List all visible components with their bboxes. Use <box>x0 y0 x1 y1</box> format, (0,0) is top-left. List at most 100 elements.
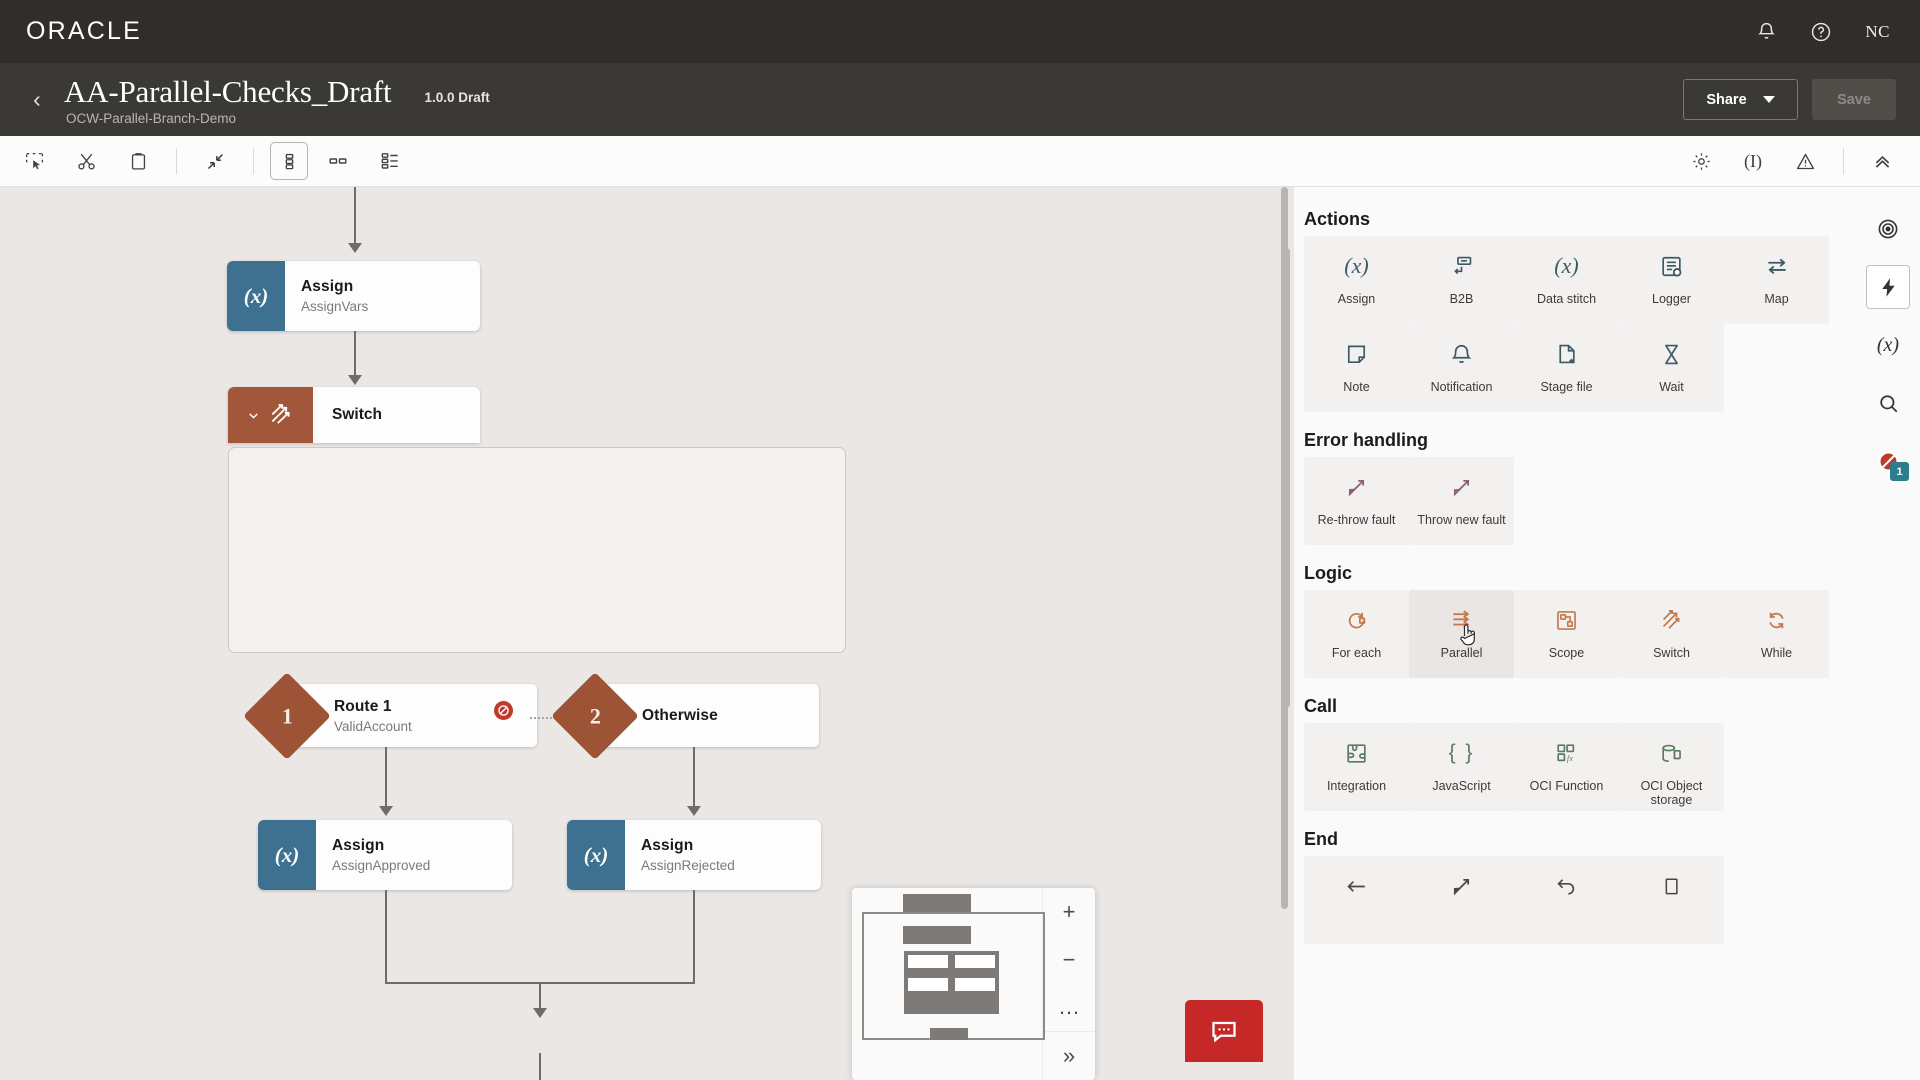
assign-approved-title: Assign <box>332 837 385 854</box>
variables-icon[interactable]: (I) <box>1731 142 1775 180</box>
share-button-label: Share <box>1706 91 1747 108</box>
palette-item-label: B2B <box>1449 292 1474 306</box>
palette-item-throw-new-fault[interactable]: Throw new fault <box>1409 457 1514 545</box>
search-icon[interactable] <box>1866 381 1910 425</box>
switch-container <box>228 447 846 653</box>
palette-item-stop[interactable] <box>1619 856 1724 944</box>
zoom-out-button[interactable]: − <box>1043 936 1095 984</box>
minimap-cell <box>955 978 995 991</box>
collapse-all-icon[interactable] <box>193 142 237 180</box>
toolbar-divider <box>176 148 177 174</box>
minimap-cell <box>908 978 948 991</box>
palette-content: Actions (x) Assign B2B (x) Data stitch L… <box>1294 187 1856 944</box>
data-stitch-icon: (x) <box>1554 253 1579 278</box>
assign-rejected-body: Assign AssignRejected <box>625 820 821 890</box>
palette-item-while[interactable]: While <box>1724 590 1829 678</box>
flow-canvas[interactable]: (x) Assign AssignVars Switch 1 Route 1 V… <box>0 187 1294 1080</box>
palette-item-rethrow[interactable] <box>1409 856 1514 944</box>
minimap-canvas[interactable] <box>852 888 1045 1080</box>
palette-item-wait[interactable]: Wait <box>1619 324 1724 412</box>
node-otherwise[interactable]: 2 Otherwise <box>551 672 819 760</box>
mouse-cursor-icon <box>1459 624 1475 646</box>
actions-palette: Actions (x) Assign B2B (x) Data stitch L… <box>1294 187 1856 1080</box>
node-assign-approved[interactable]: (x) Assign AssignApproved <box>258 820 512 890</box>
node-assign-rejected[interactable]: (x) Assign AssignRejected <box>567 820 821 890</box>
canvas-toolbar: (I) <box>0 136 1920 187</box>
share-button[interactable]: Share <box>1683 79 1798 120</box>
palette-item-switch[interactable]: Switch <box>1619 590 1724 678</box>
avatar[interactable]: NC <box>1865 22 1890 42</box>
zoom-in-button[interactable]: + <box>1043 888 1095 936</box>
palette-item-notification[interactable]: Notification <box>1409 324 1514 412</box>
expand-minimap-button[interactable]: » <box>1043 1031 1095 1080</box>
palette-item-return[interactable] <box>1304 856 1409 944</box>
errors-icon[interactable]: 1 <box>1866 439 1910 483</box>
blocked-status-badge[interactable] <box>494 701 513 720</box>
stage-file-icon <box>1554 336 1579 372</box>
palette-item-logger[interactable]: Logger <box>1619 236 1724 324</box>
notifications-icon[interactable] <box>1756 21 1777 42</box>
chevron-down-icon <box>249 412 258 419</box>
palette-section-error-handling: Error handling Re-throw fault Throw new … <box>1304 430 1824 545</box>
oracle-global-header: ORACLE NC <box>0 0 1920 63</box>
minimap[interactable]: + − … » <box>852 888 1095 1080</box>
horizontal-layout-icon[interactable] <box>316 142 360 180</box>
palette-item-parallel[interactable]: Parallel <box>1409 590 1514 678</box>
more-options-button[interactable]: … <box>1043 984 1095 1032</box>
palette-item-oci-function[interactable]: fx OCI Function <box>1514 723 1619 811</box>
help-icon[interactable] <box>1810 21 1832 43</box>
tree-layout-icon[interactable] <box>368 142 412 180</box>
palette-item-note[interactable]: Note <box>1304 324 1409 412</box>
assign-icon: (x) <box>227 261 285 331</box>
palette-item-undo[interactable] <box>1514 856 1619 944</box>
marquee-select-icon[interactable] <box>12 142 56 180</box>
cut-icon[interactable] <box>64 142 108 180</box>
settings-gear-icon[interactable] <box>1679 142 1723 180</box>
node-route-1[interactable]: 1 Route 1 ValidAccount <box>243 672 537 760</box>
palette-item-rethrow-fault[interactable]: Re-throw fault <box>1304 457 1409 545</box>
palette-scrollbar[interactable] <box>1283 248 1290 708</box>
node-subtitle: AssignVars <box>301 299 369 314</box>
palette-item-oci-object-storage[interactable]: OCI Object storage <box>1619 723 1724 811</box>
palette-item-map[interactable]: Map <box>1724 236 1829 324</box>
trigger-target-icon[interactable] <box>1866 207 1910 251</box>
variables-x-icon[interactable]: (x) <box>1866 323 1910 367</box>
paste-icon[interactable] <box>116 142 160 180</box>
back-button[interactable]: ‹ <box>20 83 54 117</box>
assign-approved-glyph: (x) <box>274 842 300 867</box>
palette-item-label: Throw new fault <box>1417 513 1506 527</box>
wait-icon <box>1659 336 1684 372</box>
palette-item-label: Logger <box>1652 292 1691 306</box>
palette-item-label: Note <box>1343 380 1370 394</box>
assign-rejected-title: Assign <box>641 837 694 854</box>
palette-item-javascript[interactable]: { } JavaScript <box>1409 723 1514 811</box>
version-badge: 1.0.0 Draft <box>424 89 490 105</box>
route-1-diamond: 1 <box>243 672 331 760</box>
palette-item-scope[interactable]: Scope <box>1514 590 1619 678</box>
toolbar-divider-2 <box>253 148 254 174</box>
chat-assistant-button[interactable] <box>1185 1000 1263 1062</box>
palette-item-b2b[interactable]: B2B <box>1409 236 1514 324</box>
collapse-panel-icon[interactable] <box>1860 142 1904 180</box>
actions-lightning-icon[interactable] <box>1866 265 1910 309</box>
switch-icon <box>1659 602 1684 638</box>
return-icon <box>1344 868 1369 904</box>
warning-icon[interactable] <box>1783 142 1827 180</box>
route-1-number: 1 <box>281 703 293 728</box>
palette-item-empty <box>1724 723 1829 811</box>
save-button[interactable]: Save <box>1812 79 1896 120</box>
node-assign-vars[interactable]: (x) Assign AssignVars <box>227 261 480 331</box>
arrow-merge-down <box>533 1008 547 1018</box>
section-title-end: End <box>1304 829 1338 849</box>
note-icon <box>1344 336 1369 372</box>
palette-item-stage-file[interactable]: Stage file <box>1514 324 1619 412</box>
palette-item-data-stitch[interactable]: (x) Data stitch <box>1514 236 1619 324</box>
palette-item-assign[interactable]: (x) Assign <box>1304 236 1409 324</box>
vertical-layout-icon[interactable] <box>270 142 308 180</box>
toolbar-left-group <box>8 142 416 180</box>
node-title: Assign <box>301 278 354 295</box>
palette-item-integration[interactable]: Integration <box>1304 723 1409 811</box>
title-block: AA-Parallel-Checks_Draft 1.0.0 Draft OCW… <box>64 74 490 126</box>
palette-item-label: Integration <box>1326 779 1387 793</box>
palette-item-for-each[interactable]: For each <box>1304 590 1409 678</box>
